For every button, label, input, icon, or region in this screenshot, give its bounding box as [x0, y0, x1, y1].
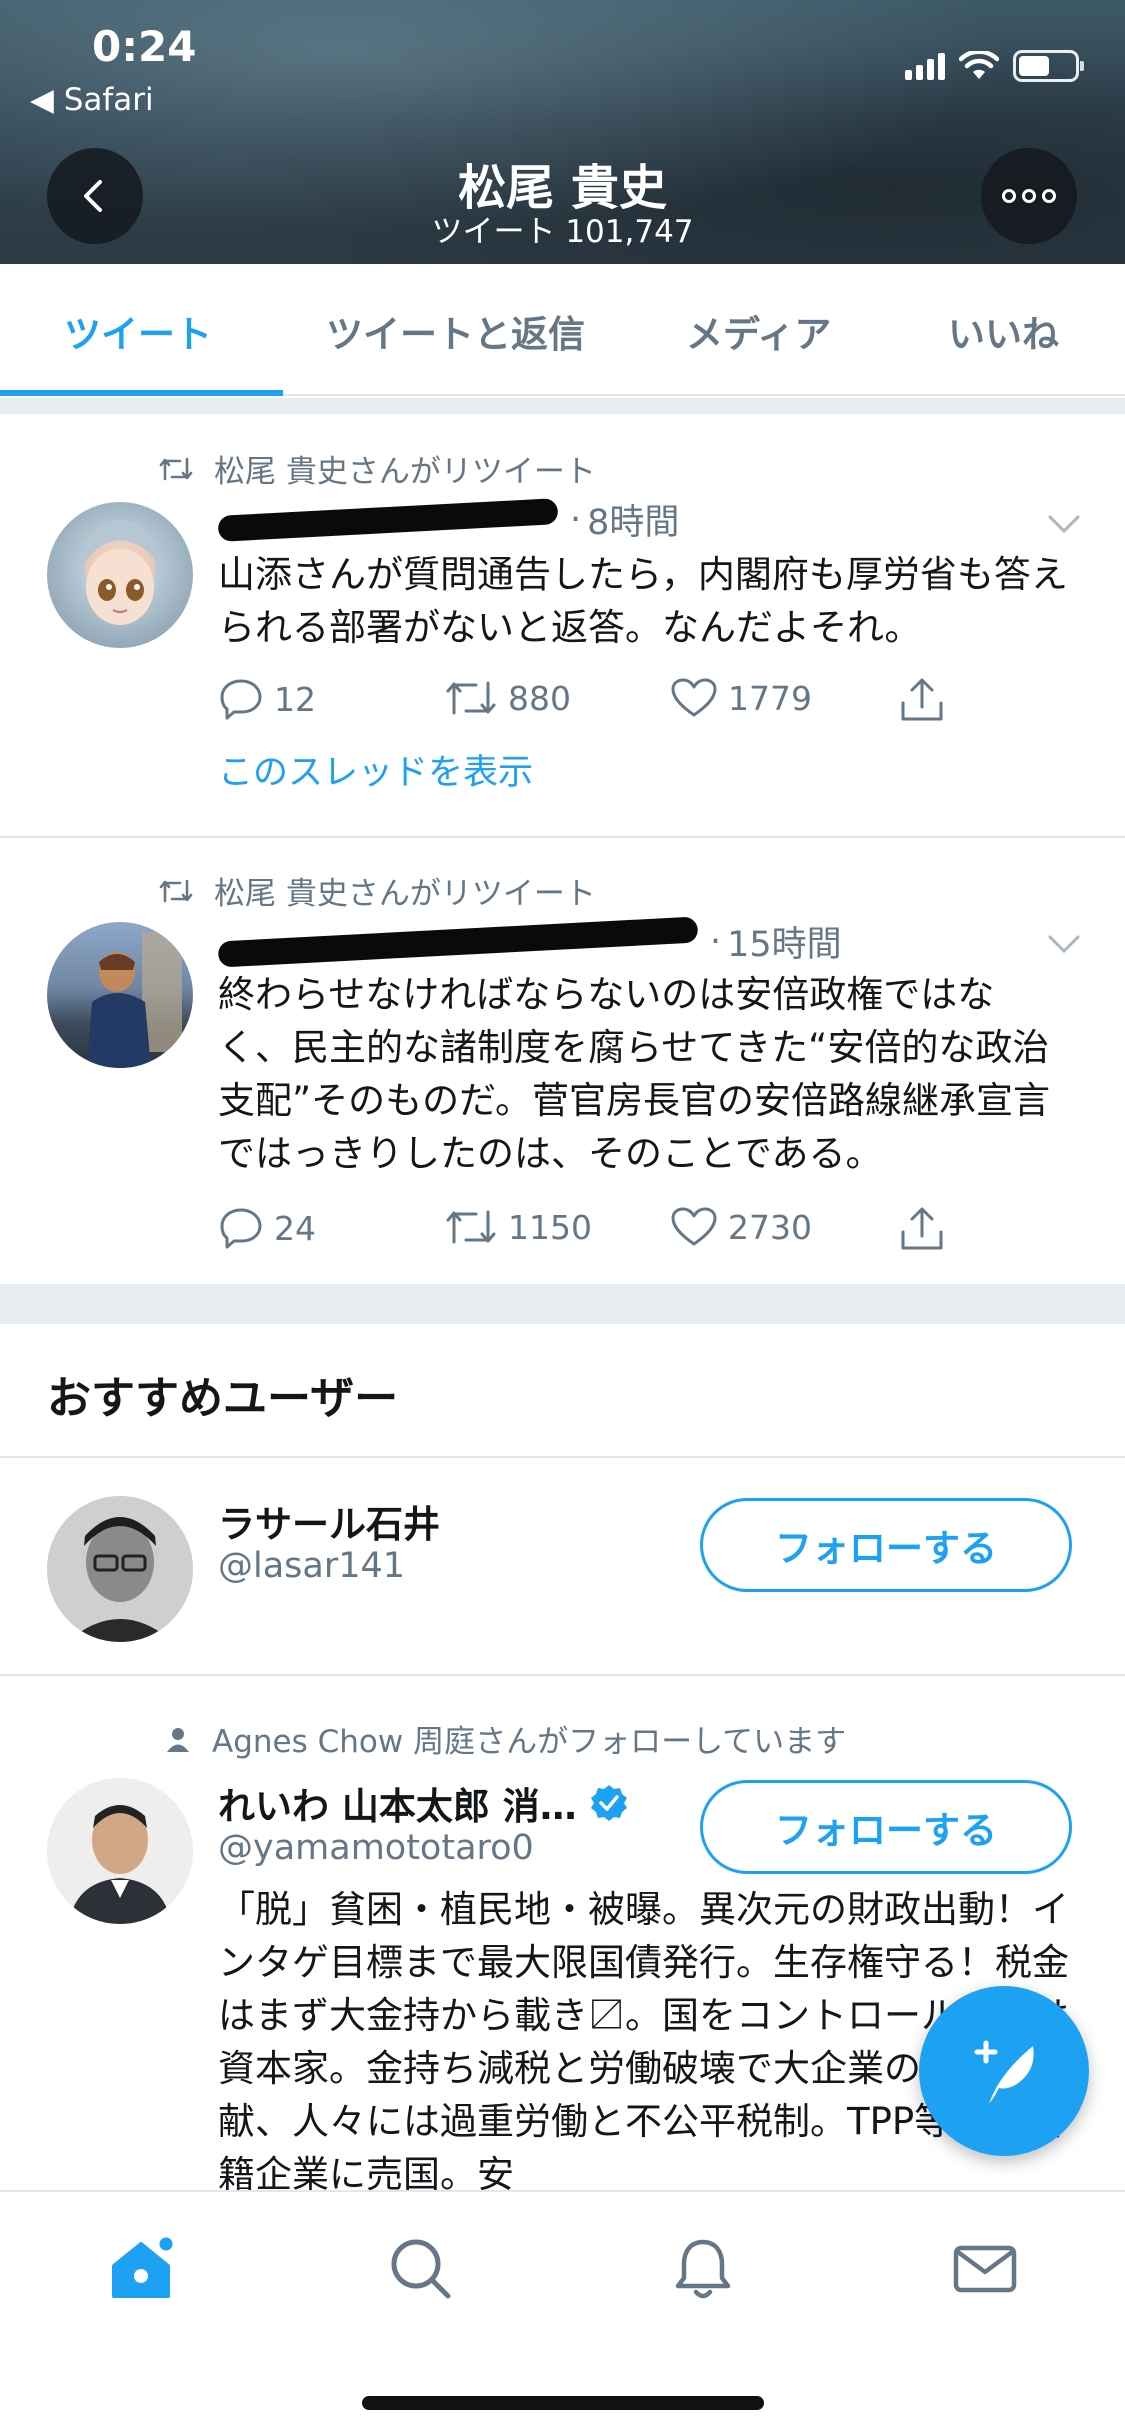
retweet-count: 880 [508, 678, 571, 718]
avatar[interactable] [47, 922, 193, 1068]
share-icon [901, 678, 943, 721]
more-icon [1002, 189, 1056, 203]
retweet-icon [159, 879, 193, 902]
reply-count: 12 [274, 679, 316, 719]
section-separator [0, 398, 1125, 414]
retweet-context-label: 松尾 貴史さんがリツイート [214, 876, 596, 912]
follow-context-label: Agnes Chow 周庭さんがフォローしています [212, 1724, 847, 1760]
status-icons [905, 50, 1084, 82]
profile-tabs: ツイート ツイートと返信 メディア いいね [0, 264, 1125, 396]
follow-button[interactable]: フォローする [700, 1780, 1072, 1874]
tweet-count: ツイート 101,747 [431, 214, 694, 250]
like-button[interactable]: 1779 [670, 677, 812, 719]
search-icon[interactable] [386, 2234, 456, 2304]
recommended-users-title: おすすめユーザー [47, 1373, 399, 1424]
user-handle: @yamamototaro0 [218, 1828, 534, 1868]
tab-tweets-and-replies[interactable]: ツイートと返信 [326, 304, 585, 358]
verified-icon [590, 1785, 627, 1821]
chevron-down-icon[interactable] [1046, 512, 1082, 536]
wifi-icon [959, 51, 999, 79]
tab-media[interactable]: メディア [686, 304, 831, 358]
tweet-text: 終わらせなければならないのは安倍政権ではなく、民主的な諸制度を腐らせてきた“安倍… [218, 973, 1051, 1175]
show-thread-link[interactable]: このスレッドを表示 [218, 744, 533, 795]
user-divider [0, 1674, 1125, 1676]
avatar[interactable] [47, 502, 193, 648]
retweet-icon [446, 681, 496, 715]
back-to-safari[interactable]: ◀ Safari [30, 82, 154, 118]
person-icon [167, 1727, 189, 1752]
retweet-button[interactable]: 880 [444, 677, 571, 719]
reply-icon [220, 679, 262, 720]
home-indicator[interactable] [362, 2396, 764, 2410]
battery-icon [1013, 50, 1084, 82]
climber-avatar-image [87, 932, 182, 1068]
home-icon[interactable] [106, 2234, 176, 2304]
tweet-actions: 12 880 1779 [218, 677, 978, 727]
user-photo-image [47, 1496, 193, 1642]
retweet-context-label: 松尾 貴史さんがリツイート [214, 454, 596, 490]
more-button[interactable] [981, 148, 1077, 244]
like-count: 1779 [728, 678, 812, 718]
active-tab-indicator [0, 390, 283, 396]
retweet-count: 1150 [508, 1207, 592, 1247]
profile-header: 0:24 ◀ Safari 松尾 貴史 ツイート 101,747 [0, 0, 1125, 264]
like-icon [671, 678, 717, 717]
like-icon [671, 1207, 717, 1246]
follow-button[interactable]: フォローする [700, 1498, 1072, 1592]
status-time: 0:24 [92, 22, 197, 71]
section-separator [0, 1284, 1125, 1324]
user-name: れいわ 山本太郎 消… [218, 1785, 577, 1828]
compose-tweet-button[interactable] [919, 1986, 1089, 2156]
user-photo-image [47, 1778, 193, 1924]
tweet-author: · 15時間 [217, 915, 842, 968]
compose-tweet-icon [974, 2040, 1034, 2104]
notifications-icon[interactable] [668, 2234, 738, 2304]
retweet-button[interactable]: 1150 [444, 1206, 592, 1248]
reply-button[interactable]: 24 [218, 1206, 316, 1250]
retweet-context: 松尾 貴史さんがリツイート [158, 446, 596, 491]
follow-context: Agnes Chow 周庭さんがフォローしています [164, 1716, 846, 1761]
tweet-time: 15時間 [727, 925, 842, 965]
share-button[interactable] [898, 1206, 946, 1252]
user-name[interactable]: ラサール石井 [218, 1494, 440, 1548]
redacted-author [217, 915, 699, 968]
anime-avatar-image [77, 520, 165, 625]
reply-icon [220, 1208, 262, 1249]
avatar[interactable] [47, 1496, 193, 1642]
retweet-icon [446, 1210, 496, 1244]
like-count: 2730 [728, 1207, 812, 1247]
tab-tweets[interactable]: ツイート [64, 304, 212, 358]
user-name-row[interactable]: れいわ 山本太郎 消… [218, 1776, 629, 1830]
section-divider [0, 1456, 1125, 1458]
share-icon [901, 1207, 943, 1250]
tweet-text: 山添さんが質問通告したら，内閣府も厚労省も答えられる部署がないと返答。なんだよそ… [218, 553, 1068, 649]
tweet-divider [0, 836, 1125, 838]
reply-count: 24 [274, 1208, 316, 1248]
retweet-icon [159, 457, 193, 480]
reply-button[interactable]: 12 [218, 677, 316, 721]
tweet-actions: 24 1150 2730 [218, 1206, 978, 1256]
messages-icon[interactable] [950, 2234, 1020, 2304]
tweet-author: · 8時間 [217, 494, 680, 545]
redacted-author [217, 497, 559, 542]
chevron-down-icon[interactable] [1046, 932, 1082, 956]
user-handle: @lasar141 [218, 1546, 406, 1586]
signal-icon [905, 52, 945, 80]
tweet-time: 8時間 [587, 503, 680, 543]
retweet-context: 松尾 貴史さんがリツイート [158, 868, 596, 913]
tab-likes[interactable]: いいね [948, 304, 1059, 358]
like-button[interactable]: 2730 [670, 1206, 812, 1248]
share-button[interactable] [898, 677, 946, 723]
avatar[interactable] [47, 1778, 193, 1924]
